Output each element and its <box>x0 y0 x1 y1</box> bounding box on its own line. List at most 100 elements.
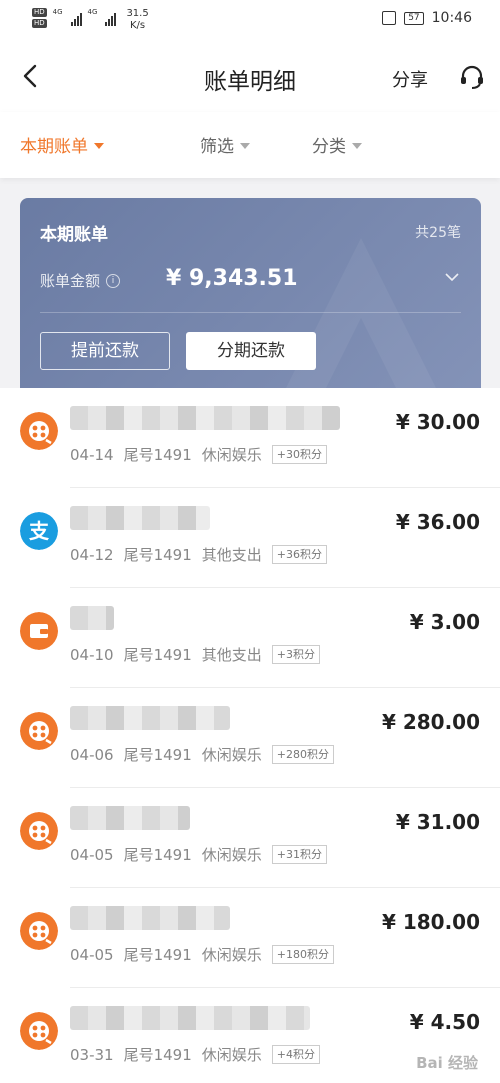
screen-filter-label: 筛选 <box>200 137 234 157</box>
signal-icon <box>70 8 82 26</box>
info-icon[interactable]: i <box>106 273 121 288</box>
merchant-name-blurred <box>70 406 340 430</box>
watermark: Bai 经验 <box>416 1054 478 1072</box>
card-tail: 尾号1491 <box>123 446 192 464</box>
transaction-category: 休闲娱乐 <box>201 746 262 764</box>
merchant-name-blurred <box>70 1006 310 1030</box>
merchant-name-blurred <box>70 506 210 530</box>
divider <box>40 312 461 313</box>
transaction-count: 共25笔 <box>415 225 461 241</box>
transaction-category: 休闲娱乐 <box>201 446 262 464</box>
period-filter[interactable]: 本期账单 <box>20 132 104 157</box>
merchant-name-blurred <box>70 906 230 930</box>
points-badge: +30积分 <box>271 445 328 464</box>
points-badge: +31积分 <box>271 845 328 864</box>
transaction-meta: 04-10 尾号1491 其他支出 +3积分 <box>70 644 321 665</box>
transaction-meta: 04-05 尾号1491 休闲娱乐 +31积分 <box>70 844 328 865</box>
speed-value: 31.5 <box>126 8 149 19</box>
transaction-meta: 03-31 尾号1491 休闲娱乐 +4积分 <box>70 1044 321 1065</box>
transaction-row[interactable]: 04-14 尾号1491 休闲娱乐 +30积分 ¥ 30.00 <box>0 388 500 488</box>
card-tail: 尾号1491 <box>123 846 192 864</box>
transaction-row[interactable]: 04-10 尾号1491 其他支出 +3积分 ¥ 3.00 <box>0 588 500 688</box>
caret-down-icon <box>240 142 250 149</box>
merchant-name-blurred <box>70 706 230 730</box>
chevron-down-icon[interactable] <box>445 272 459 282</box>
speed-unit: K/s <box>130 20 146 31</box>
transaction-date: 04-12 <box>70 545 114 564</box>
status-right: 57 10:46 <box>382 10 472 26</box>
card-tail: 尾号1491 <box>123 646 192 664</box>
transaction-date: 04-05 <box>70 845 114 864</box>
amount-label-group: 账单金额 i <box>40 270 121 291</box>
signal-icon <box>105 8 117 26</box>
transaction-meta: 04-05 尾号1491 休闲娱乐 +180积分 <box>70 944 335 965</box>
points-badge: +3积分 <box>271 645 321 664</box>
category-filter-label: 分类 <box>312 137 346 157</box>
card-tail: 尾号1491 <box>123 1046 192 1064</box>
transaction-date: 04-10 <box>70 645 114 664</box>
transaction-list: 04-14 尾号1491 休闲娱乐 +30积分 ¥ 30.00 支 04-12 … <box>0 388 500 1083</box>
merchant-name-blurred <box>70 806 190 830</box>
movie-reel-icon <box>20 712 58 750</box>
status-bar: HD HD 4G 4G 31.5 K/s 57 10:46 <box>0 0 500 40</box>
points-badge: +280积分 <box>271 745 335 764</box>
vibrate-icon <box>382 11 397 25</box>
status-left: HD HD 4G 4G 31.5 K/s <box>32 8 149 32</box>
transaction-category: 休闲娱乐 <box>201 846 262 864</box>
network-type-2: 4G <box>87 8 98 16</box>
period-filter-label: 本期账单 <box>20 137 88 157</box>
hd-badges: HD HD <box>32 8 47 28</box>
card-tail: 尾号1491 <box>123 946 192 964</box>
transaction-meta: 04-06 尾号1491 休闲娱乐 +280积分 <box>70 744 335 765</box>
transaction-category: 休闲娱乐 <box>201 946 262 964</box>
transaction-meta: 04-14 尾号1491 休闲娱乐 +30积分 <box>70 444 328 465</box>
transaction-amount: ¥ 31.00 <box>395 810 480 834</box>
transaction-date: 04-14 <box>70 445 114 464</box>
share-button[interactable]: 分享 <box>392 66 428 92</box>
network-type-1: 4G <box>52 8 63 16</box>
transaction-category: 其他支出 <box>201 546 262 564</box>
customer-service-icon[interactable] <box>458 64 486 90</box>
caret-down-icon <box>94 142 104 149</box>
transaction-row[interactable]: 04-06 尾号1491 休闲娱乐 +280积分 ¥ 280.00 <box>0 688 500 788</box>
points-badge: +36积分 <box>271 545 328 564</box>
category-filter[interactable]: 分类 <box>312 132 362 157</box>
wallet-icon <box>20 612 58 650</box>
transaction-date: 03-31 <box>70 1045 114 1064</box>
transaction-row[interactable]: 04-05 尾号1491 休闲娱乐 +31积分 ¥ 31.00 <box>0 788 500 888</box>
network-speed: 31.5 K/s <box>126 8 148 32</box>
clock: 10:46 <box>431 10 472 26</box>
transaction-amount: ¥ 280.00 <box>381 710 480 734</box>
points-badge: +4积分 <box>271 1045 321 1064</box>
bill-amount: ¥ 9,343.51 <box>166 266 298 291</box>
movie-reel-icon <box>20 1012 58 1050</box>
transaction-amount: ¥ 4.50 <box>409 1010 480 1034</box>
movie-reel-icon <box>20 412 58 450</box>
svg-text:支: 支 <box>29 519 50 543</box>
caret-down-icon <box>352 142 362 149</box>
transaction-row[interactable]: 04-05 尾号1491 休闲娱乐 +180积分 ¥ 180.00 <box>0 888 500 988</box>
movie-reel-icon <box>20 812 58 850</box>
nav-bar: 账单明细 分享 <box>0 40 500 112</box>
transaction-meta: 04-12 尾号1491 其他支出 +36积分 <box>70 544 328 565</box>
transaction-amount: ¥ 30.00 <box>395 410 480 434</box>
transaction-amount: ¥ 180.00 <box>381 910 480 934</box>
alipay-icon: 支 <box>20 512 58 550</box>
card-decoration <box>278 238 444 403</box>
installment-button[interactable]: 分期还款 <box>186 332 316 370</box>
card-title: 本期账单 <box>40 225 108 245</box>
filter-bar: 本期账单 筛选 分类 <box>0 112 500 178</box>
screen-filter[interactable]: 筛选 <box>200 132 250 157</box>
card-tail: 尾号1491 <box>123 746 192 764</box>
transaction-amount: ¥ 36.00 <box>395 510 480 534</box>
transaction-category: 其他支出 <box>201 646 262 664</box>
merchant-name-blurred <box>70 606 114 630</box>
transaction-row[interactable]: 支 04-12 尾号1491 其他支出 +36积分 ¥ 36.00 <box>0 488 500 588</box>
transaction-amount: ¥ 3.00 <box>409 610 480 634</box>
movie-reel-icon <box>20 912 58 950</box>
transaction-date: 04-06 <box>70 745 114 764</box>
points-badge: +180积分 <box>271 945 335 964</box>
prepay-button[interactable]: 提前还款 <box>40 332 170 370</box>
transaction-category: 休闲娱乐 <box>201 1046 262 1064</box>
battery-icon: 57 <box>404 11 424 25</box>
